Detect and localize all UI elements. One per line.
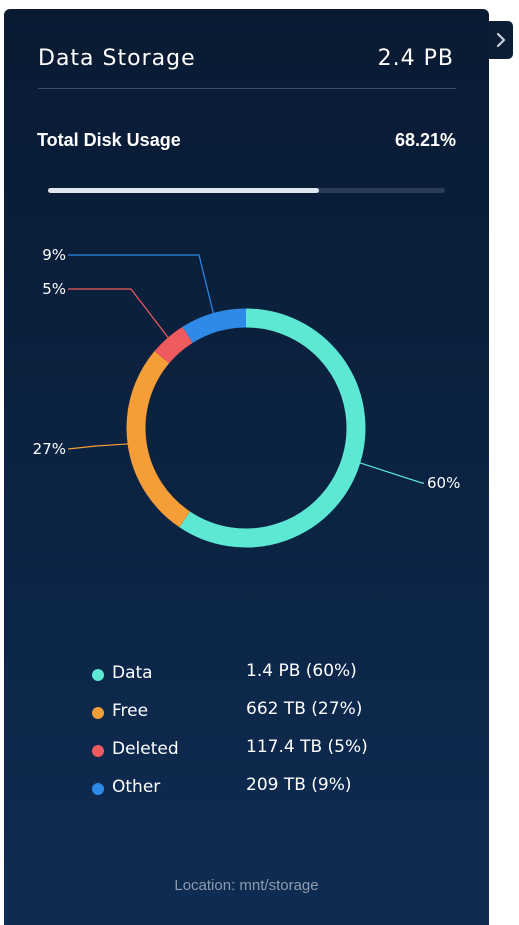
legend-item-deleted: Deleted 117.4 TB (5%) [90, 737, 430, 775]
donut-slice-other [182, 308, 247, 343]
legend-dot-data [92, 669, 104, 681]
legend-value: 209 TB (9%) [246, 775, 352, 795]
storage-donut-chart: 60% 27% 5% 9% [33, 246, 460, 548]
chevron-right-icon [496, 32, 506, 48]
storage-location: Location: mnt/storage [174, 877, 319, 894]
legend-item-free: Free 662 TB (27%) [90, 699, 430, 737]
chart-legend: Data 1.4 PB (60%) Free 662 TB (27%) Dele… [90, 661, 430, 813]
legend-label: Other [112, 777, 161, 797]
leader-line-deleted [68, 288, 175, 346]
leader-line-data [351, 459, 424, 484]
legend-dot-deleted [92, 745, 104, 757]
panel-toggle-button[interactable] [489, 21, 513, 59]
data-label-data: 60% [427, 474, 460, 492]
legend-value: 1.4 PB (60%) [246, 661, 357, 681]
data-label-free: 27% [33, 440, 66, 458]
legend-value: 662 TB (27%) [246, 699, 363, 719]
legend-dot-free [92, 707, 104, 719]
legend-value: 117.4 TB (5%) [246, 737, 368, 757]
data-label-other: 9% [42, 246, 66, 264]
legend-item-data: Data 1.4 PB (60%) [90, 661, 430, 699]
legend-dot-other [92, 783, 104, 795]
leader-line-free [67, 442, 138, 450]
legend-label: Free [112, 701, 149, 721]
legend-label: Data [112, 663, 153, 683]
donut-slice-deleted [154, 326, 193, 364]
donut-slice-free [126, 351, 191, 528]
storage-panel: Data Storage 2.4 PB Total Disk Usage 68.… [4, 9, 489, 925]
data-label-deleted: 5% [42, 280, 66, 298]
donut-slice-data [179, 308, 366, 548]
legend-label: Deleted [112, 739, 179, 759]
legend-item-other: Other 209 TB (9%) [90, 775, 430, 813]
